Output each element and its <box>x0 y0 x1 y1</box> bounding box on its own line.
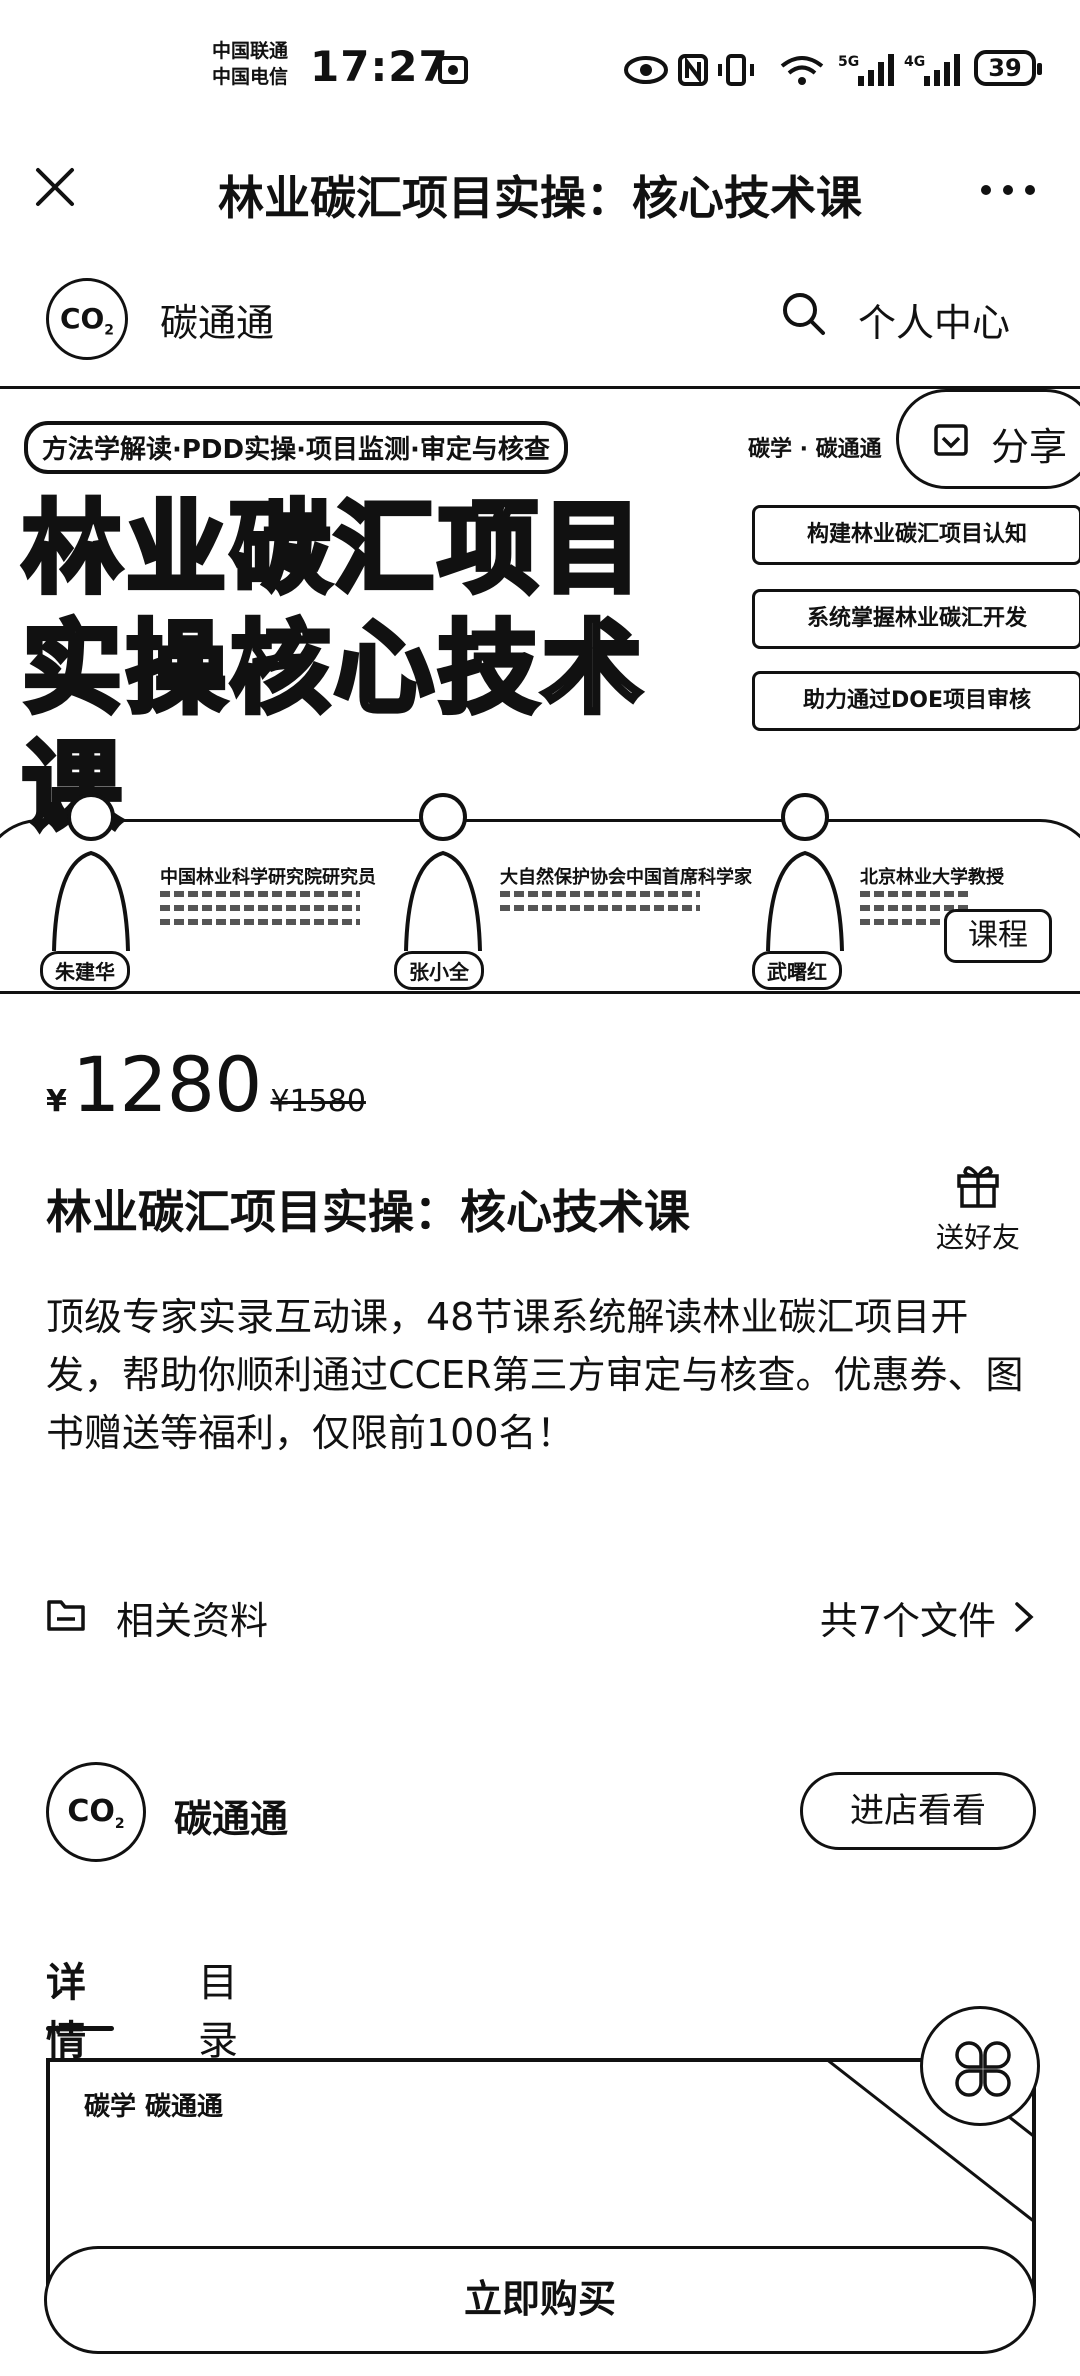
banner-feature-1: 构建林业碳汇项目认知 <box>752 505 1080 565</box>
signal-4g-icon: 4G <box>904 54 960 86</box>
banner-brands: 碳学 · 碳通通 <box>748 437 882 462</box>
course-description: 顶级专家实录互动课，48节课系统解读林业碳汇项目开发，帮助你顺利通过CCER第三… <box>46 1295 1024 1455</box>
banner-feature-2: 系统掌握林业碳汇开发 <box>752 589 1080 649</box>
carrier-info: 中国联通 中国电信 <box>212 38 288 90</box>
teacher-portrait-1 <box>52 793 130 952</box>
materials-label: 相关资料 <box>116 1599 269 1643</box>
nav-bar: 林业碳汇项目实操：核心技术课 <box>0 140 1080 240</box>
floating-menu-button[interactable] <box>920 2006 1040 2126</box>
shop-header: CO2 碳通通 个人中心 <box>0 268 1080 372</box>
shop-row-name[interactable]: 碳通通 <box>174 1788 288 1843</box>
nfc-icon <box>678 54 708 86</box>
share-label: 分享 <box>991 425 1068 469</box>
svg-text:4G: 4G <box>904 54 925 70</box>
shop-logo-icon[interactable]: CO2 <box>46 278 128 360</box>
eye-icon <box>624 56 668 84</box>
chevron-right-icon <box>1015 1602 1034 1632</box>
related-materials-row[interactable]: 相关资料 共7个文件 <box>46 1586 1036 1646</box>
close-icon[interactable] <box>30 162 80 212</box>
teacher-name-2: 张小全 <box>394 951 484 990</box>
course-title: 林业碳汇项目实操：核心技术课 <box>46 1185 690 1239</box>
teacher-org-1: 中国林业科学研究院研究员 <box>160 867 376 888</box>
banner-tags: 方法学解读·PDD实操·项目监测·审定与核查 <box>24 421 568 474</box>
message-icon <box>438 56 468 84</box>
course-banner[interactable]: 方法学解读·PDD实操·项目监测·审定与核查 碳学 · 碳通通 分享 林业碳汇项… <box>0 386 1080 994</box>
clock: 17:27 <box>310 42 449 91</box>
gift-icon <box>957 1166 999 1208</box>
current-price: 1280 <box>71 1040 262 1129</box>
page-title: 林业碳汇项目实操：核心技术课 <box>218 171 862 225</box>
status-bar: 中国联通 中国电信 17:27 5G 4G 39 <box>0 0 1080 140</box>
carrier-1: 中国联通 <box>212 40 289 62</box>
personal-center-link[interactable]: 个人中心 <box>858 292 1010 347</box>
shop-name[interactable]: 碳通通 <box>160 292 274 347</box>
teacher-name-1: 朱建华 <box>40 951 130 990</box>
shop-row: CO2 碳通通 进店看看 <box>46 1762 1036 1862</box>
share-button[interactable]: 分享 <box>896 389 1080 489</box>
materials-count: 共7个文件 <box>819 1599 996 1643</box>
teacher-org-2: 大自然保护协会中国首席科学家 <box>500 867 752 888</box>
tab-catalog[interactable]: 目录 <box>198 1950 238 2066</box>
visit-shop-button[interactable]: 进店看看 <box>800 1772 1036 1850</box>
price-block: ¥ 1280 ¥1580 <box>46 1040 366 1129</box>
gift-to-friend-button[interactable]: 送好友 <box>928 1160 1028 1256</box>
detail-brands: 碳学 碳通通 <box>84 2092 224 2122</box>
search-icon[interactable] <box>778 288 828 338</box>
carrier-2: 中国电信 <box>212 66 289 88</box>
tab-active-indicator <box>46 2026 114 2031</box>
vibrate-icon <box>718 54 754 86</box>
teacher-portrait-2 <box>404 793 482 952</box>
original-price: ¥1580 <box>270 1084 366 1119</box>
wifi-icon <box>780 56 824 85</box>
teacher-portrait-3 <box>766 793 844 952</box>
tab-details[interactable]: 详情 <box>46 1950 86 2066</box>
share-gift-icon <box>934 424 968 456</box>
battery-indicator: 39 <box>974 50 1042 86</box>
more-options-icon[interactable] <box>978 182 1038 198</box>
clover-grid-icon <box>955 2041 1011 2097</box>
teacher-bio-1 <box>160 891 360 933</box>
folder-icon <box>47 1600 85 1631</box>
shop-avatar-icon[interactable]: CO2 <box>46 1762 146 1862</box>
banner-feature-3: 助力通过DOE项目审核 <box>752 671 1080 731</box>
svg-text:5G: 5G <box>838 54 859 70</box>
teacher-bio-2 <box>500 891 700 919</box>
buy-now-button[interactable]: 立即购买 <box>44 2246 1036 2354</box>
teacher-name-3: 武曙红 <box>752 951 842 990</box>
course-button[interactable]: 课程 <box>944 909 1052 963</box>
signal-5g-icon: 5G <box>838 54 894 86</box>
teacher-org-3: 北京林业大学教授 <box>860 867 1004 888</box>
gift-label: 送好友 <box>935 1221 1020 1254</box>
currency-symbol: ¥ <box>46 1084 67 1119</box>
